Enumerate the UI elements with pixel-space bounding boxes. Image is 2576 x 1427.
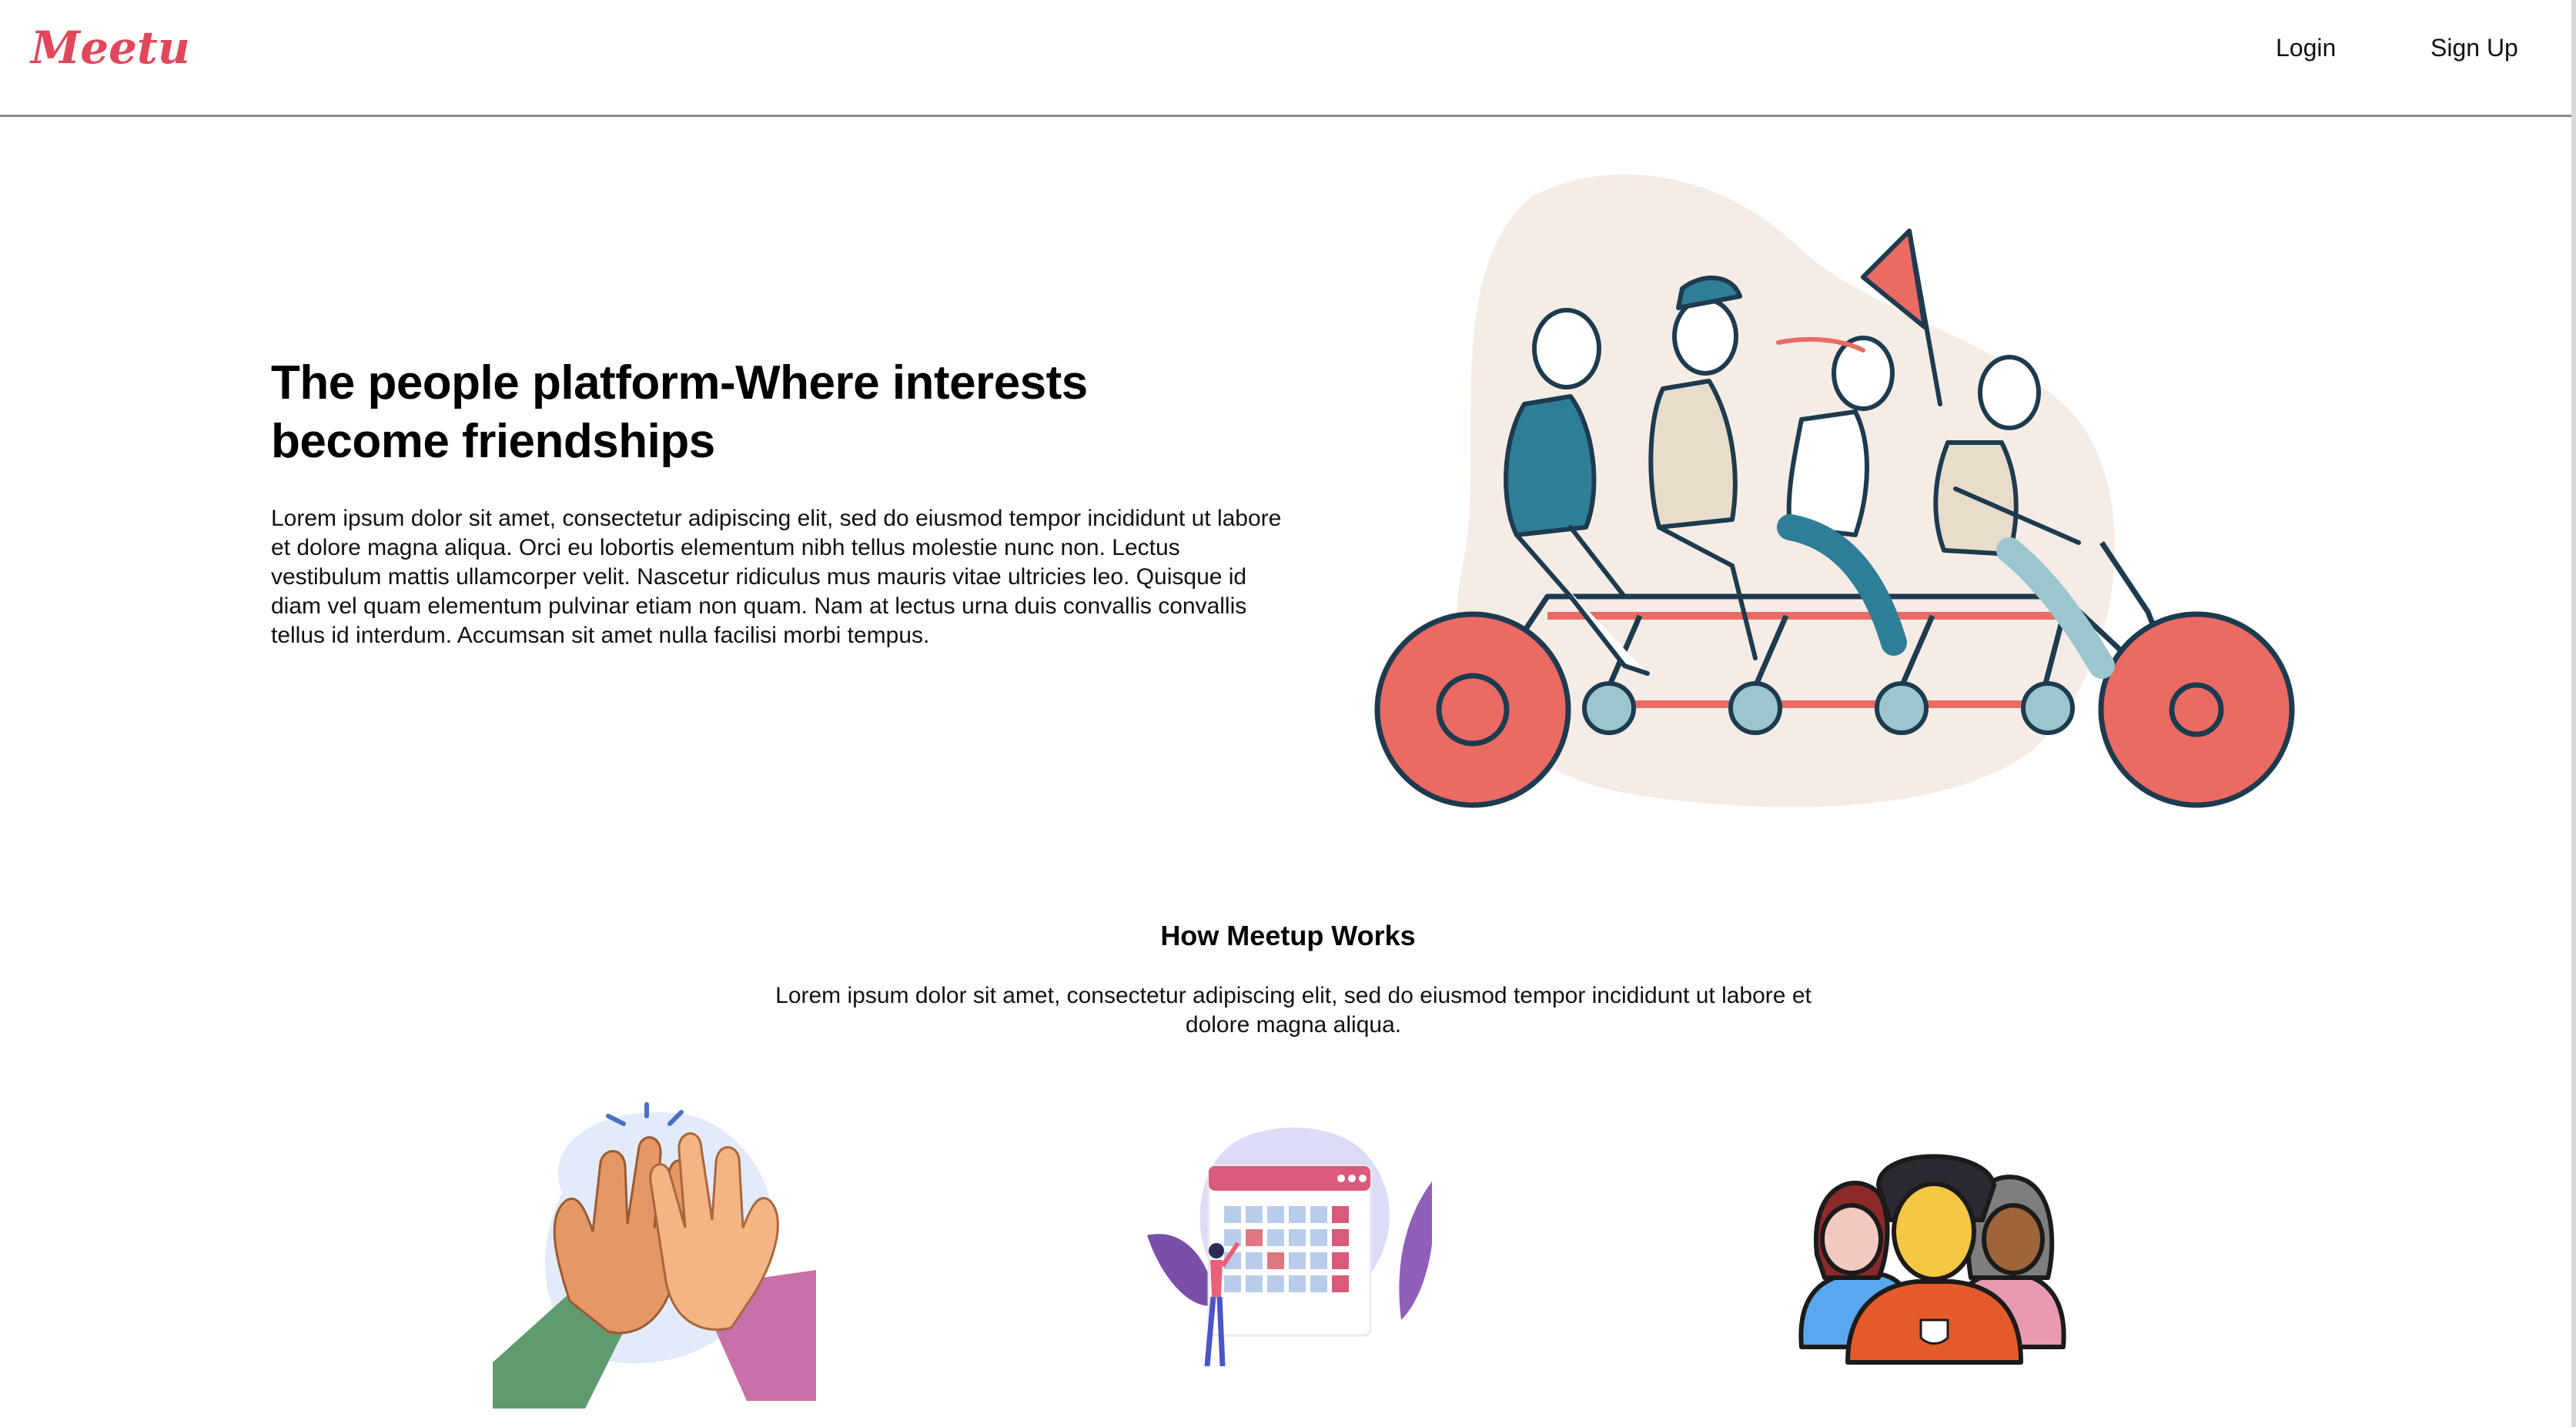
page-scrollbar[interactable] [2571, 0, 2576, 1427]
signup-link[interactable]: Sign Up [2430, 34, 2518, 62]
hero-title: The people platform-Where interests beco… [271, 356, 1088, 468]
calendar-icon [1147, 1128, 1432, 1367]
login-link[interactable]: Login [2276, 34, 2336, 62]
tandem-bike-friends-illustration [1374, 174, 2295, 808]
how-it-works-description: Lorem ipsum dolor sit amet, consectetur … [775, 983, 1812, 1038]
back-wheel [2098, 611, 2295, 808]
high-five-icon [493, 1102, 816, 1409]
how-it-works-title: How Meetup Works [1160, 920, 1416, 951]
top-navbar: Meetup Login Sign Up [0, 0, 2576, 117]
meetup-logo[interactable]: Meetup [28, 15, 189, 85]
front-wheel [1374, 611, 1571, 808]
svg-text:Meetup: Meetup [29, 22, 189, 74]
group-people-icon [1798, 1154, 2066, 1365]
hero-description: Lorem ipsum dolor sit amet, consectetur … [271, 506, 1282, 648]
